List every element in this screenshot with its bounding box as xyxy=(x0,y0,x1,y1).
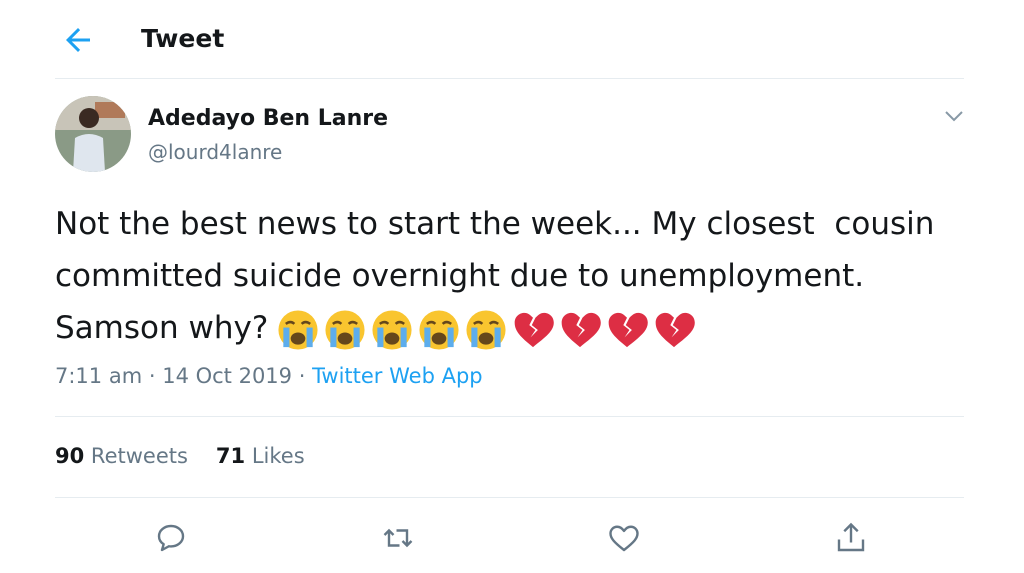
stats-divider xyxy=(55,497,964,498)
like-icon[interactable] xyxy=(606,520,642,556)
tweet-meta: 7:11 am · 14 Oct 2019 · Twitter Web App xyxy=(55,364,483,388)
tweet-date[interactable]: 14 Oct 2019 xyxy=(162,364,292,388)
header-divider xyxy=(55,78,964,79)
crying-face-emoji xyxy=(372,309,412,350)
broken-heart-emoji xyxy=(561,312,602,347)
author-handle[interactable]: @lourd4lanre xyxy=(148,140,282,164)
share-icon[interactable] xyxy=(833,520,869,556)
meta-separator: · xyxy=(292,364,313,388)
author-name[interactable]: Adedayo Ben Lanre xyxy=(148,106,388,131)
tweet-text: Not the best news to start the week... M… xyxy=(55,198,990,354)
likes-stat[interactable]: 71 Likes xyxy=(216,444,305,468)
broken-heart-emoji xyxy=(655,312,696,347)
tweet-line-3: Samson why? xyxy=(55,310,269,346)
meta-divider xyxy=(55,416,964,417)
tweet-line-2: committed suicide overnight due to unemp… xyxy=(55,258,865,294)
back-arrow-icon[interactable] xyxy=(60,22,96,58)
meta-separator: · xyxy=(142,364,163,388)
crying-face-emoji xyxy=(419,309,459,350)
crying-face-emoji xyxy=(278,309,318,350)
broken-heart-emoji xyxy=(608,312,649,347)
page-title: Tweet xyxy=(141,24,225,53)
tweet-line-1: Not the best news to start the week... M… xyxy=(55,206,935,242)
retweets-count: 90 xyxy=(55,444,85,468)
reply-icon[interactable] xyxy=(153,520,189,556)
chevron-down-icon[interactable] xyxy=(942,106,966,126)
tweet-stats: 90 Retweets 71 Likes xyxy=(55,444,305,468)
likes-label: Likes xyxy=(251,444,305,468)
retweet-icon[interactable] xyxy=(380,520,416,556)
retweets-label: Retweets xyxy=(90,444,188,468)
avatar[interactable] xyxy=(55,96,131,172)
retweets-stat[interactable]: 90 Retweets xyxy=(55,444,188,468)
crying-face-emoji xyxy=(325,309,365,350)
crying-face-emoji xyxy=(466,309,506,350)
source-app-link[interactable]: Twitter Web App xyxy=(312,364,483,388)
broken-heart-emoji xyxy=(514,312,555,347)
emoji-row xyxy=(276,308,696,352)
tweet-time[interactable]: 7:11 am xyxy=(55,364,142,388)
likes-count: 71 xyxy=(215,444,246,468)
